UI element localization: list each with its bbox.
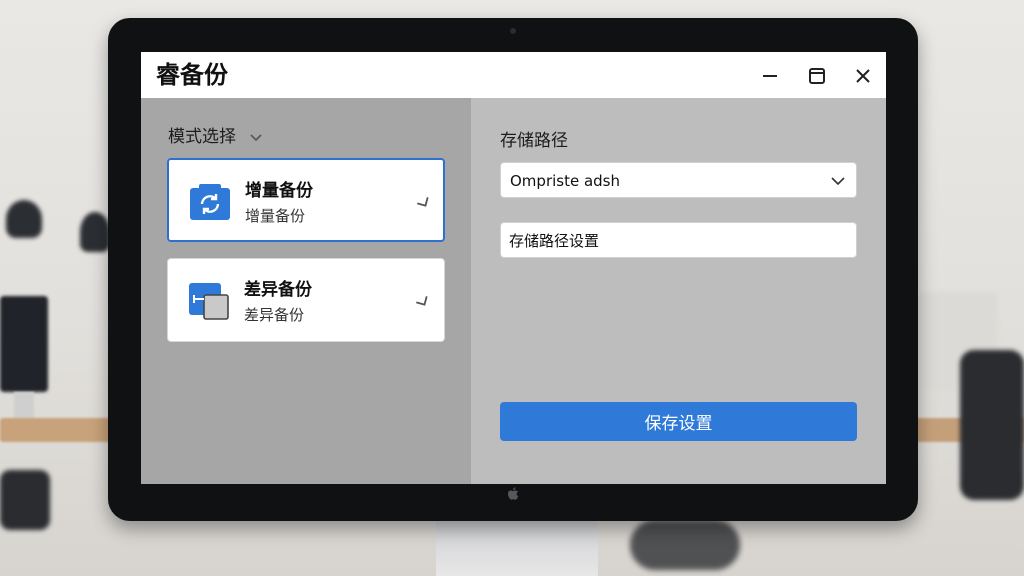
card-subtitle: 增量备份: [245, 207, 306, 225]
title-bar: 睿备份: [141, 52, 886, 98]
background-monitor: [0, 296, 48, 392]
card-title: 差异备份: [244, 280, 312, 300]
storage-path-select[interactable]: Ompriste adsh: [500, 162, 857, 198]
background-lamp: [6, 200, 42, 238]
monitor-stand: [436, 520, 598, 576]
background-desk: [0, 418, 112, 442]
save-settings-button[interactable]: 保存设置: [500, 402, 857, 441]
incremental-backup-card[interactable]: 增量备份 增量备份: [167, 158, 445, 242]
maximize-icon: [809, 68, 825, 84]
minimize-button[interactable]: [758, 64, 782, 88]
background-chair-base: [630, 520, 740, 570]
background-lamp: [80, 212, 110, 252]
chevron-right-icon: [417, 197, 429, 207]
chevron-down-icon[interactable]: [249, 130, 263, 144]
app-title: 睿备份: [156, 61, 228, 89]
background-monitor-stand: [14, 392, 34, 420]
diff-copy-icon: [189, 283, 229, 320]
minimize-icon: [763, 75, 777, 77]
refresh-folder-icon: [190, 184, 230, 220]
background-chair: [960, 350, 1024, 500]
mode-panel: 模式选择 增量备份 增量备份 差异备份 差异备份: [141, 98, 471, 484]
mode-select-label: 模式选择: [168, 127, 236, 147]
settings-panel: 存储路径 Ompriste adsh 保存设置: [471, 98, 886, 484]
chevron-down-icon: [831, 177, 845, 186]
chevron-right-icon: [416, 296, 428, 306]
app-window: 睿备份 模式选择 增量备份 增量备份 差异备份 差异备份 存储路径 Ompris…: [141, 52, 886, 484]
storage-settings-input[interactable]: [500, 222, 857, 258]
close-button[interactable]: [851, 64, 875, 88]
storage-path-label: 存储路径: [500, 131, 568, 151]
differential-backup-card[interactable]: 差异备份 差异备份: [167, 258, 445, 342]
maximize-button[interactable]: [805, 64, 829, 88]
card-subtitle: 差异备份: [244, 306, 305, 324]
camera-icon: [510, 28, 516, 34]
storage-path-value: Ompriste adsh: [510, 172, 621, 190]
apple-logo-icon: [506, 486, 520, 502]
close-icon: [856, 69, 870, 83]
card-title: 增量备份: [245, 181, 313, 201]
background-chair: [0, 470, 50, 530]
